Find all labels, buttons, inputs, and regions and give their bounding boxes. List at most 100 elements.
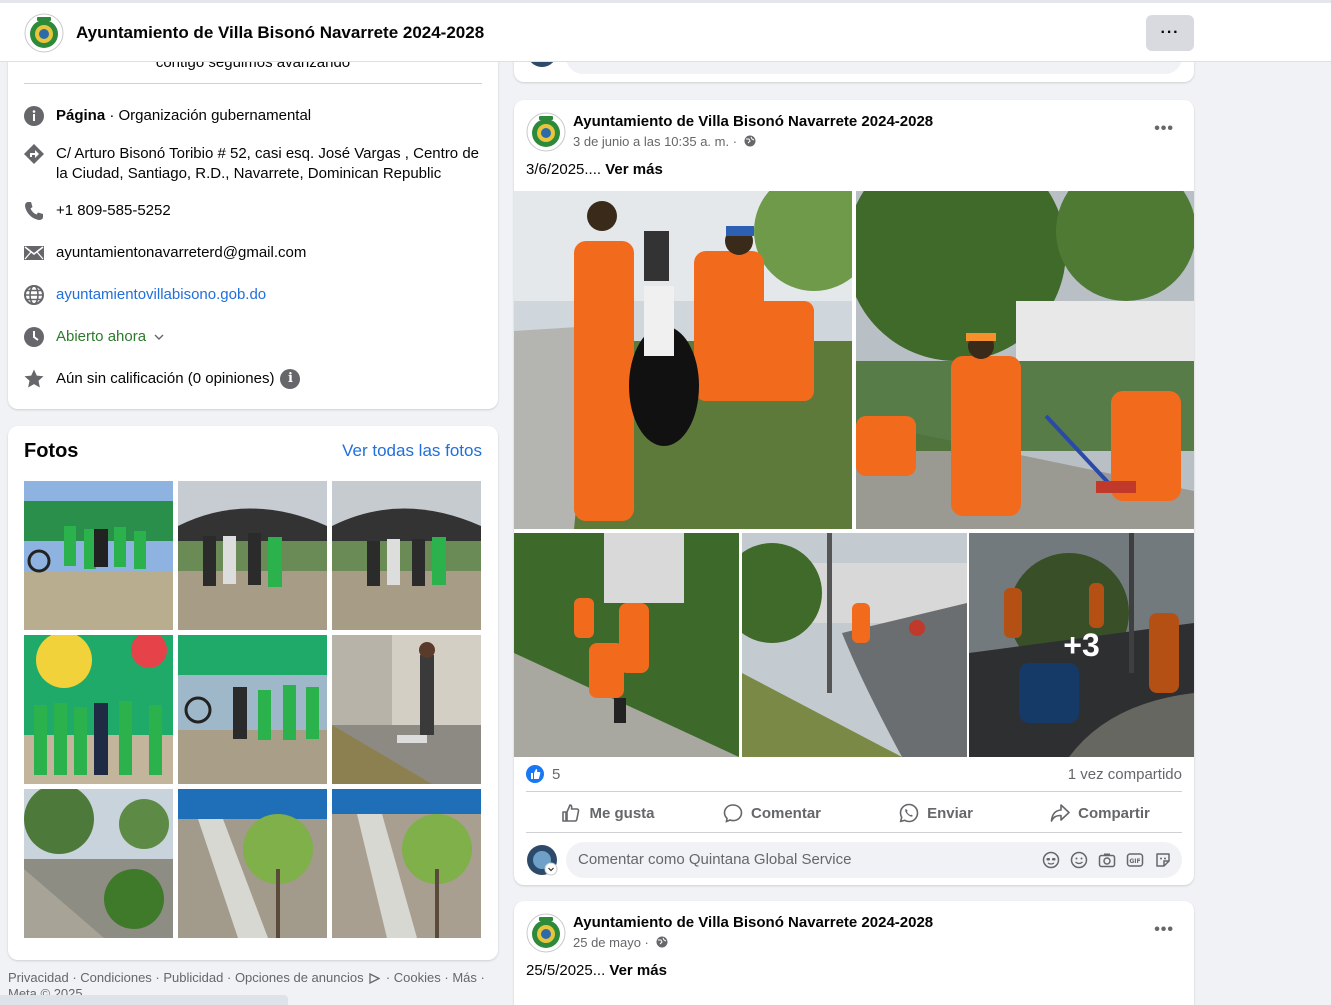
star-icon	[24, 369, 44, 388]
photo-thumbnail[interactable]	[24, 481, 173, 630]
post-text-content: 25/5/2025...	[526, 962, 606, 979]
see-more-link[interactable]: Ver más	[609, 962, 667, 979]
post-text: 3/6/2025.... Ver más	[526, 161, 663, 178]
website-link[interactable]: ayuntamientovillabisono.gob.do	[56, 285, 486, 305]
post: Ayuntamiento de Villa Bisonó Navarrete 2…	[514, 100, 1194, 885]
share-icon	[1050, 804, 1070, 822]
photo-thumbnail[interactable]	[24, 789, 173, 938]
avatar-sticker-icon[interactable]	[1042, 851, 1060, 869]
post-timestamp[interactable]: 3 de junio a las 10:35 a. m. ·	[573, 134, 756, 149]
page-header: Ayuntamiento de Villa Bisonó Navarrete 2…	[0, 0, 1331, 62]
comment-composer: Comentar como Quintana Global Service GI…	[526, 842, 1182, 878]
svg-text:GIF: GIF	[1129, 858, 1140, 865]
photo-thumbnail[interactable]	[178, 635, 327, 784]
post-photo[interactable]	[742, 533, 967, 757]
photo-thumbnail[interactable]	[332, 481, 481, 630]
footer-terms-link[interactable]: Condiciones	[80, 970, 152, 985]
globe-icon	[24, 285, 44, 305]
footer-separator: ·	[382, 970, 394, 985]
comment-button[interactable]: Comentar	[690, 794, 854, 832]
emoji-icon[interactable]	[1070, 851, 1088, 869]
more-photos-tile[interactable]: +3	[969, 533, 1194, 757]
status-url-bar	[0, 995, 288, 1005]
thumbs-up-icon	[562, 804, 580, 822]
ad-choices-icon	[369, 973, 381, 985]
sticker-icon[interactable]	[1154, 851, 1172, 869]
footer-ad-choices-link[interactable]: Opciones de anuncios	[235, 970, 364, 985]
hours-dropdown[interactable]: Abierto ahora	[56, 327, 486, 347]
divider	[24, 83, 482, 84]
reaction-count[interactable]: 5	[552, 766, 560, 783]
page-title[interactable]: Ayuntamiento de Villa Bisonó Navarrete 2…	[76, 23, 484, 43]
footer-advertising-link[interactable]: Publicidad	[163, 970, 223, 985]
globe-icon	[656, 936, 667, 948]
category-label: Página	[56, 107, 106, 124]
like-reaction-icon[interactable]	[526, 765, 544, 783]
photo-thumbnail[interactable]	[24, 635, 173, 784]
footer-cookies-link[interactable]: Cookies	[394, 970, 441, 985]
rating-info-icon[interactable]: i	[280, 369, 301, 390]
photo-thumbnail[interactable]	[178, 789, 327, 938]
post-media: +3	[514, 191, 1194, 757]
divider	[526, 832, 1182, 833]
photos-card: Fotos Ver todas las fotos	[8, 426, 498, 960]
comment-icon	[723, 804, 743, 823]
photo-thumbnail[interactable]	[332, 789, 481, 938]
send-button[interactable]: Enviar	[854, 794, 1018, 832]
share-label: Compartir	[1078, 804, 1150, 822]
see-all-photos-link[interactable]: Ver todas las fotos	[342, 441, 482, 461]
send-label: Enviar	[927, 804, 973, 822]
gif-icon[interactable]: GIF	[1126, 851, 1144, 869]
category-value: · Organización gubernamental	[105, 107, 312, 124]
footer-separator: ·	[223, 970, 235, 985]
post-photo[interactable]	[514, 191, 852, 529]
intro-card: contigo seguimos avanzando Página · Orga…	[8, 40, 498, 409]
divider	[526, 791, 1182, 792]
post-options-button[interactable]: •••	[1154, 120, 1174, 138]
photo-thumbnail[interactable]	[332, 635, 481, 784]
chevron-down-icon	[154, 334, 164, 341]
footer-separator: ·	[151, 970, 164, 985]
photos-title: Fotos	[24, 440, 79, 462]
footer-more-link[interactable]: Más	[452, 970, 477, 985]
photo-thumbnail[interactable]	[178, 481, 327, 630]
more-options-button[interactable]: ···	[1146, 15, 1194, 51]
share-count[interactable]: 1 vez compartido	[1068, 766, 1182, 783]
commenter-avatar[interactable]	[526, 844, 558, 876]
post-stats: 5 1 vez compartido	[526, 765, 1182, 789]
footer-separator: ·	[68, 970, 81, 985]
post-author-name[interactable]: Ayuntamiento de Villa Bisonó Navarrete 2…	[573, 113, 933, 130]
post-photo[interactable]	[514, 533, 739, 757]
see-more-link[interactable]: Ver más	[605, 161, 663, 178]
footer-separator: ·	[440, 970, 453, 985]
comment-input[interactable]: Comentar como Quintana Global Service GI…	[566, 842, 1182, 878]
photo-grid	[24, 481, 482, 939]
directions-icon	[24, 144, 44, 164]
post-text: 25/5/2025... Ver más	[526, 962, 667, 979]
comment-label: Comentar	[750, 804, 821, 822]
like-label: Me gusta	[589, 804, 655, 822]
post-author-avatar[interactable]	[526, 112, 566, 152]
page-logo[interactable]	[24, 13, 64, 53]
phone-text: +1 809-585-5252	[56, 202, 171, 219]
like-button[interactable]: Me gusta	[526, 794, 690, 832]
address-text: C/ Arturo Bisonó Toribio # 52, casi esq.…	[56, 145, 480, 182]
post: Ayuntamiento de Villa Bisonó Navarrete 2…	[514, 901, 1194, 1005]
post-actions: Me gusta Comentar Enviar Compartir	[526, 794, 1182, 832]
share-button[interactable]: Compartir	[1018, 794, 1182, 832]
post-text-content: 3/6/2025....	[526, 161, 602, 178]
footer-privacy-link[interactable]: Privacidad	[8, 970, 69, 985]
rating-text: Aún sin calificación (0 opiniones)	[56, 370, 275, 387]
post-timestamp[interactable]: 25 de mayo ·	[573, 935, 668, 950]
whatsapp-icon	[899, 803, 919, 823]
info-icon	[24, 106, 44, 126]
post-author-avatar[interactable]	[526, 913, 566, 953]
globe-icon	[744, 135, 756, 147]
comment-placeholder: Comentar como Quintana Global Service	[578, 851, 852, 868]
mail-icon	[24, 246, 44, 260]
post-date: 25 de mayo ·	[573, 935, 649, 950]
post-photo[interactable]	[856, 191, 1194, 529]
camera-icon[interactable]	[1098, 851, 1116, 869]
post-author-name[interactable]: Ayuntamiento de Villa Bisonó Navarrete 2…	[573, 914, 933, 931]
post-options-button[interactable]: •••	[1154, 921, 1174, 939]
